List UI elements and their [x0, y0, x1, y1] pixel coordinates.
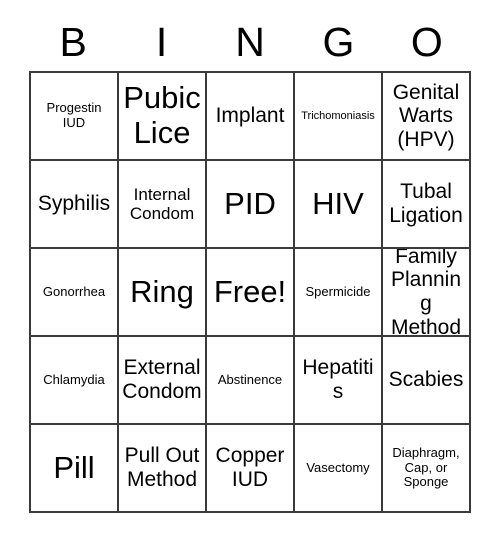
bingo-cell[interactable]: Gonorrhea	[31, 249, 119, 337]
header-letter-o: O	[410, 19, 443, 65]
bingo-cell[interactable]: Internal Condom	[119, 161, 207, 249]
bingo-cell-label: Family Planning Method	[390, 249, 462, 337]
bingo-cell[interactable]: External Condom	[119, 337, 207, 425]
bingo-cell-label: Tubal Ligation	[389, 180, 463, 227]
bingo-card: B I N G O Progestin IUD Pubic Lice Impla…	[29, 14, 471, 513]
bingo-cell[interactable]: Family Planning Method	[383, 249, 471, 337]
bingo-cell-label: Implant	[215, 104, 285, 128]
bingo-cell[interactable]: Diaphragm, Cap, or Sponge	[383, 425, 471, 513]
header-letter-i: I	[155, 19, 168, 65]
bingo-grid: Progestin IUD Pubic Lice Implant Trichom…	[29, 71, 471, 513]
bingo-cell-label: Hepatitis	[302, 356, 374, 403]
bingo-cell[interactable]: Pull Out Method	[119, 425, 207, 513]
bingo-cell-label: Copper IUD	[215, 444, 285, 491]
bingo-row: Pill Pull Out Method Copper IUD Vasectom…	[31, 425, 471, 513]
bingo-row: Gonorrhea Ring Free! Spermicide Family P…	[31, 249, 471, 337]
bingo-cell-label: Abstinence	[217, 371, 283, 387]
bingo-cell[interactable]: Scabies	[383, 337, 471, 425]
bingo-cell-label: Pubic Lice	[123, 80, 201, 150]
bingo-cell[interactable]: Genital Warts (HPV)	[383, 73, 471, 161]
bingo-cell-label: Trichomoniasis	[301, 109, 375, 122]
bingo-cell-label: Pull Out Method	[124, 444, 200, 491]
bingo-cell-label: External Condom	[122, 356, 202, 403]
bingo-cell[interactable]: Pill	[31, 425, 119, 513]
bingo-cell-label: Progestin IUD	[46, 100, 102, 130]
bingo-row: Chlamydia External Condom Abstinence Hep…	[31, 337, 471, 425]
bingo-cell[interactable]: Tubal Ligation	[383, 161, 471, 249]
bingo-cell-free[interactable]: Free!	[207, 249, 295, 337]
bingo-cell-label: Internal Condom	[129, 184, 195, 223]
bingo-cell[interactable]: Progestin IUD	[31, 73, 119, 161]
bingo-cell-label: Diaphragm, Cap, or Sponge	[392, 445, 460, 490]
bingo-cell[interactable]: Spermicide	[295, 249, 383, 337]
bingo-cell[interactable]: Hepatitis	[295, 337, 383, 425]
bingo-cell[interactable]: Implant	[207, 73, 295, 161]
header-letter-n: N	[235, 19, 265, 65]
bingo-cell-label: Ring	[130, 273, 194, 309]
bingo-cell[interactable]: Copper IUD	[207, 425, 295, 513]
bingo-cell[interactable]: HIV	[295, 161, 383, 249]
header-letter-g: G	[322, 19, 355, 65]
bingo-cell-label: Pill	[53, 449, 95, 485]
bingo-cell[interactable]: Abstinence	[207, 337, 295, 425]
bingo-header: B I N G O	[29, 14, 471, 71]
bingo-cell-label: Genital Warts (HPV)	[392, 80, 460, 151]
bingo-cell[interactable]: Syphilis	[31, 161, 119, 249]
bingo-cell-label: Vasectomy	[306, 459, 370, 475]
bingo-row: Progestin IUD Pubic Lice Implant Trichom…	[31, 73, 471, 161]
bingo-cell-label: PID	[224, 185, 276, 221]
bingo-cell[interactable]: Chlamydia	[31, 337, 119, 425]
bingo-cell[interactable]: Vasectomy	[295, 425, 383, 513]
bingo-cell-label: Spermicide	[305, 283, 371, 299]
bingo-cell-label: Scabies	[388, 368, 464, 392]
bingo-row: Syphilis Internal Condom PID HIV Tubal L…	[31, 161, 471, 249]
bingo-cell[interactable]: PID	[207, 161, 295, 249]
bingo-cell-label: Chlamydia	[43, 371, 105, 387]
bingo-cell-label: Syphilis	[37, 192, 111, 216]
bingo-cell-label: Free!	[213, 273, 287, 309]
bingo-cell-label: HIV	[312, 185, 364, 221]
bingo-cell-label: Gonorrhea	[42, 283, 106, 299]
bingo-cell[interactable]: Trichomoniasis	[295, 73, 383, 161]
bingo-cell[interactable]: Ring	[119, 249, 207, 337]
bingo-cell[interactable]: Pubic Lice	[119, 73, 207, 161]
header-letter-b: B	[59, 19, 87, 65]
